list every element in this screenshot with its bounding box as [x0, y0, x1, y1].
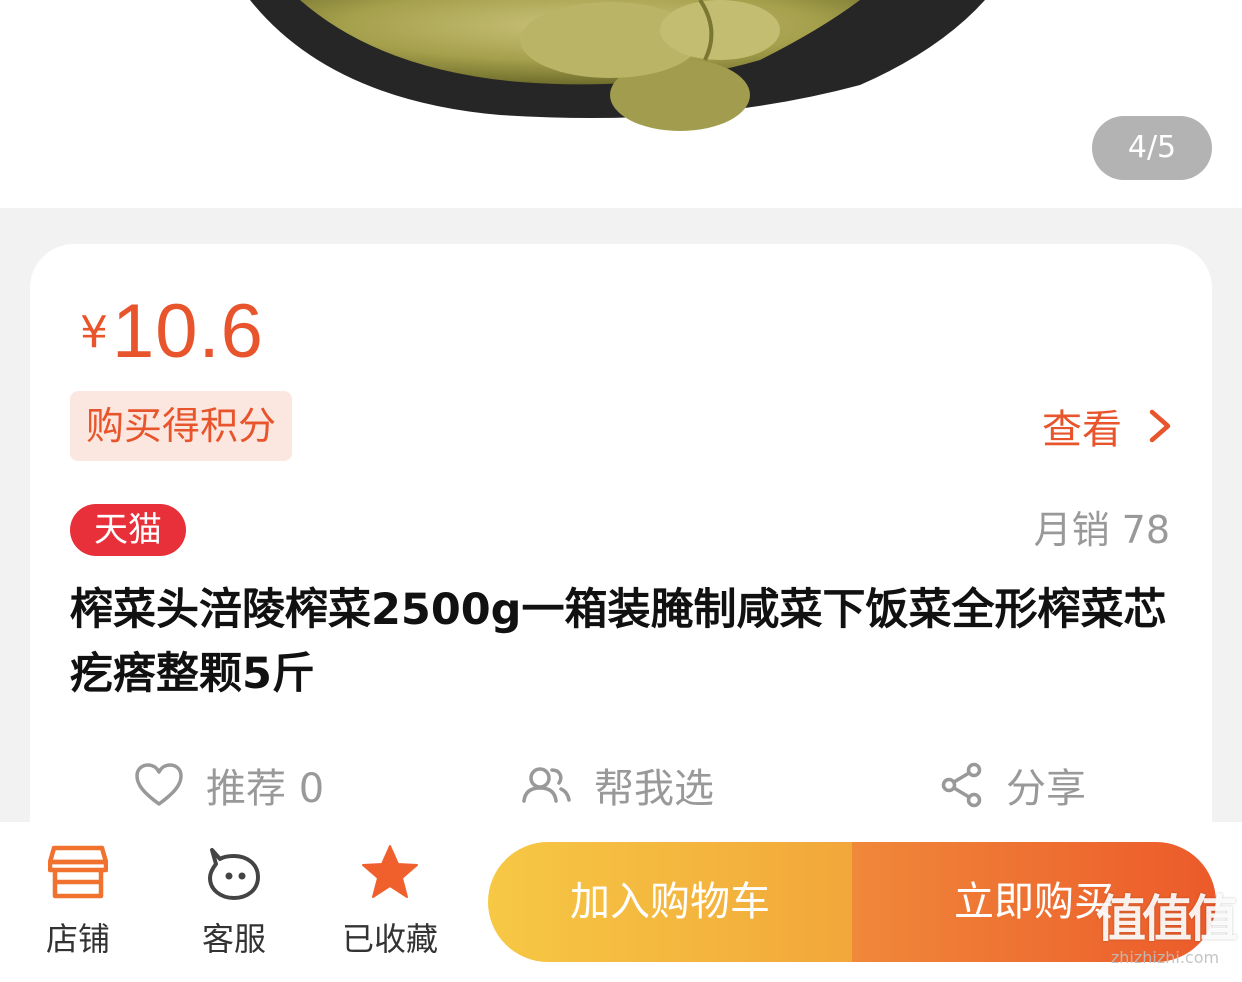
recommend-label: 推荐 0: [206, 766, 325, 812]
watermark-logo: 值值值: [1096, 890, 1238, 948]
tmall-badge: 天猫: [70, 504, 186, 556]
service-tab[interactable]: 客服: [164, 844, 304, 964]
store-label: 店铺: [45, 920, 110, 958]
service-label: 客服: [201, 920, 266, 958]
people-icon: [522, 767, 571, 803]
service-icon: [208, 848, 260, 900]
points-tag: 购买得积分: [70, 391, 293, 461]
store-tab[interactable]: 店铺: [8, 844, 148, 964]
product-actions: 推荐 0 帮我选 分享: [30, 752, 1212, 818]
monthly-sales: 月销 78: [1033, 508, 1170, 552]
view-label: 查看: [1042, 407, 1122, 453]
chevron-right-icon: [1149, 409, 1171, 443]
price: ¥10.6: [80, 288, 264, 375]
recommend-button[interactable]: 推荐 0: [134, 752, 324, 818]
currency-symbol: ¥: [80, 307, 108, 358]
watermark-domain: zhizhizhi.com: [1110, 948, 1220, 967]
heart-icon: [135, 763, 183, 806]
store-icon: [48, 845, 108, 899]
share-icon: [941, 762, 982, 808]
favorite-tab[interactable]: 已收藏: [320, 844, 460, 964]
star-icon: [362, 845, 418, 898]
share-button[interactable]: 分享: [940, 752, 1086, 818]
share-label: 分享: [1006, 766, 1086, 812]
product-info-card: ¥10.6 购买得积分 查看 天猫 月销 78 榨菜头涪陵榨菜2500g一箱装腌…: [30, 244, 1212, 864]
add-to-cart-button[interactable]: 加入购物车: [488, 842, 852, 962]
product-title: 榨菜头涪陵榨菜2500g一箱装腌制咸菜下饭菜全形榨菜芯疙瘩整颗5斤: [70, 585, 1167, 699]
site-watermark: 值值值 zhizhizhi.com: [1090, 890, 1240, 980]
product-image: [250, 0, 985, 131]
price-amount: 10.6: [112, 289, 264, 374]
help-choose-label: 帮我选: [594, 766, 714, 812]
help-choose-button[interactable]: 帮我选: [520, 752, 714, 818]
view-points-link[interactable]: 查看: [1042, 396, 1178, 456]
favorite-label: 已收藏: [341, 920, 438, 958]
image-page-indicator: 4/5: [1092, 116, 1212, 180]
product-image-gallery[interactable]: 4/5: [0, 0, 1242, 208]
bottom-action-bar: 店铺 客服 已收藏 加入购物车 立即购买: [0, 822, 1242, 982]
